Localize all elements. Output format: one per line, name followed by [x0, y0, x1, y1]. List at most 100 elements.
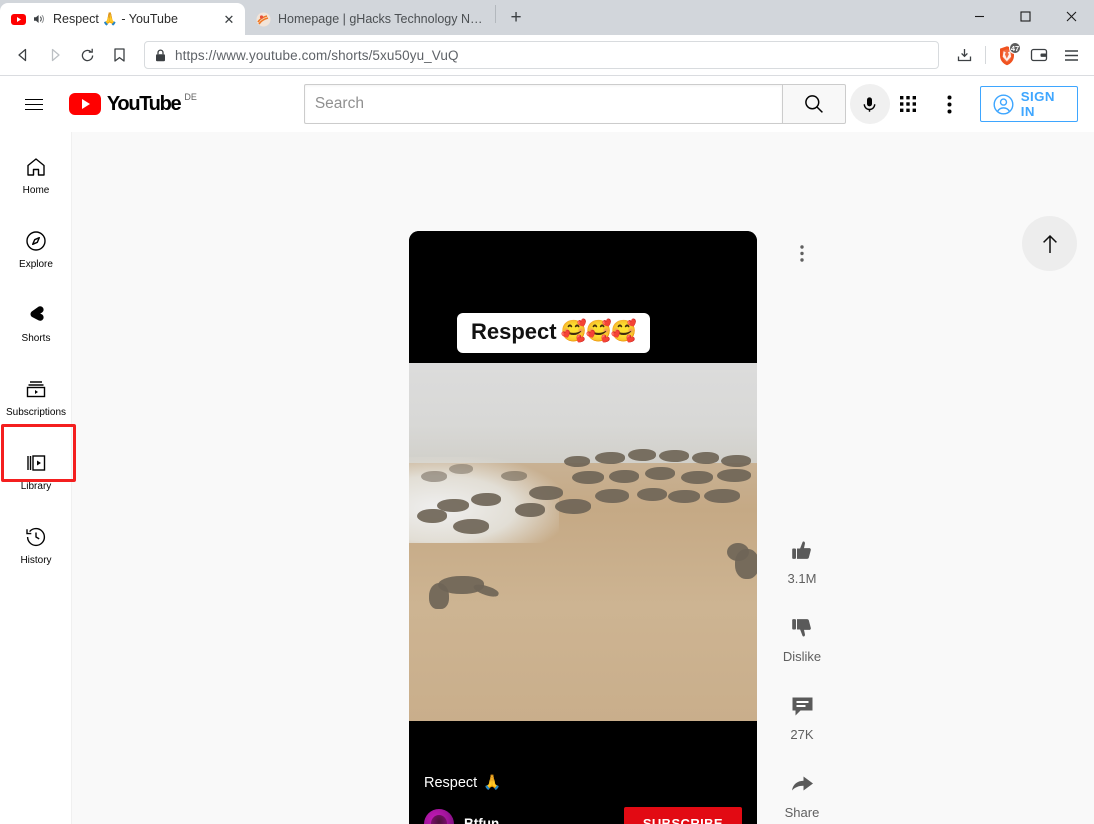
shorts-stage: Respect 🥰🥰🥰 Respect 🙏 Btfun SUBSCRIBE 3.… [72, 132, 1094, 824]
youtube-masthead: YouTube DE Search SIGN IN [0, 76, 1094, 132]
guide-hamburger-icon[interactable] [16, 84, 53, 124]
home-icon [24, 155, 48, 179]
three-dots-vertical-icon[interactable] [932, 84, 968, 124]
bookmark-icon[interactable] [104, 40, 134, 70]
search-area: Search [303, 84, 890, 124]
maximize-button[interactable] [1002, 0, 1048, 33]
browser-titlebar: Respect 🙏 - YouTube ✕ Homepage | gHacks … [0, 0, 1094, 35]
like-button[interactable]: 3.1M [772, 537, 832, 586]
toolbar-separator [985, 46, 986, 64]
caption-text: Respect [471, 319, 557, 344]
hamburger-menu-icon[interactable] [1056, 40, 1086, 70]
thumbs-down-icon [789, 615, 816, 642]
sidebar-item-label: Shorts [21, 332, 51, 344]
arrow-up-icon [1039, 232, 1061, 256]
youtube-country-code: DE [184, 92, 197, 102]
like-count: 3.1M [787, 571, 817, 586]
forward-arrow-icon [40, 40, 70, 70]
back-arrow-icon[interactable] [8, 40, 38, 70]
sidebar-item-shorts[interactable]: Shorts [0, 286, 72, 360]
comment-icon [789, 693, 816, 720]
shorts-more-menu[interactable] [772, 231, 832, 275]
youtube-logo-text: YouTube [106, 93, 182, 115]
subscribe-button[interactable]: SUBSCRIBE [623, 807, 742, 824]
tab-youtube[interactable]: Respect 🙏 - YouTube ✕ [0, 3, 245, 35]
video-title-emoji: 🙏 [483, 775, 502, 791]
sidebar-item-label: History [20, 554, 52, 566]
minimize-button[interactable] [956, 0, 1002, 33]
shorts-player[interactable]: Respect 🥰🥰🥰 Respect 🙏 Btfun SUBSCRIBE [409, 231, 757, 824]
youtube-page: YouTube DE Search SIGN IN Home Explore S… [0, 76, 1094, 824]
thumbs-up-icon [789, 537, 816, 564]
share-arrow-icon [789, 771, 816, 798]
video-title: Respect 🙏 [424, 774, 742, 792]
address-bar[interactable]: https://www.youtube.com/shorts/5xu50yu_V… [144, 41, 939, 69]
tab-title: Respect 🙏 - YouTube [53, 11, 178, 26]
voice-search-button[interactable] [849, 84, 890, 124]
browser-window: Respect 🙏 - YouTube ✕ Homepage | gHacks … [0, 0, 1094, 824]
history-clock-icon [24, 525, 48, 549]
sidebar-item-label: Library [20, 480, 52, 492]
wallet-icon[interactable] [1024, 40, 1054, 70]
three-dots-vertical-icon [800, 244, 804, 262]
url-text: https://www.youtube.com/shorts/5xu50yu_V… [175, 47, 459, 63]
microphone-icon [860, 95, 879, 114]
sign-in-button[interactable]: SIGN IN [979, 86, 1078, 122]
tab-strip: Respect 🙏 - YouTube ✕ Homepage | gHacks … [0, 0, 956, 35]
reload-icon[interactable] [72, 40, 102, 70]
sidebar-item-home[interactable]: Home [0, 138, 72, 212]
shorts-metadata: Respect 🙏 Btfun SUBSCRIBE [424, 774, 742, 824]
previous-short-button[interactable] [1022, 216, 1077, 271]
search-button[interactable] [781, 84, 846, 124]
close-icon[interactable]: ✕ [221, 11, 237, 27]
browser-toolbar: https://www.youtube.com/shorts/5xu50yu_V… [0, 35, 1094, 76]
magnifier-icon [803, 93, 825, 115]
speaker-playing-icon[interactable] [33, 13, 46, 25]
sign-in-label: SIGN IN [1020, 89, 1055, 119]
sidebar-item-history[interactable]: History [0, 508, 72, 582]
channel-name[interactable]: Btfun [464, 816, 499, 824]
dislike-label: Dislike [782, 649, 822, 664]
sidebar-item-label: Explore [19, 258, 53, 270]
masthead-buttons: SIGN IN [890, 84, 1078, 124]
sidebar-item-label: Home [22, 184, 50, 196]
youtube-favicon [10, 11, 26, 27]
comment-count: 27K [790, 727, 814, 742]
video-caption-overlay: Respect 🥰🥰🥰 [457, 313, 651, 353]
library-icon [24, 451, 48, 475]
ghacks-favicon [255, 11, 271, 27]
caption-emoji: 🥰🥰🥰 [560, 320, 637, 343]
subscriptions-icon [24, 377, 48, 401]
sidebar-item-label: Subscriptions [5, 406, 67, 418]
comments-button[interactable]: 27K [772, 693, 832, 742]
apps-grid-icon[interactable] [890, 84, 926, 124]
tab-separator [495, 5, 496, 23]
share-button[interactable]: Share [772, 771, 832, 820]
avatar[interactable] [424, 808, 454, 824]
brave-shields-icon[interactable]: 47 [992, 40, 1022, 70]
new-tab-button[interactable]: + [502, 4, 530, 32]
window-controls [956, 0, 1094, 35]
sidebar-item-library[interactable]: Library [0, 434, 72, 508]
compass-icon [24, 229, 48, 253]
search-placeholder: Search [314, 95, 364, 112]
shorts-icon [24, 303, 48, 327]
downloads-icon[interactable] [949, 40, 979, 70]
video-title-text: Respect [424, 774, 478, 791]
sidebar-item-subscriptions[interactable]: Subscriptions [0, 360, 72, 434]
shorts-action-rail: 3.1M Dislike 27K Share [772, 231, 832, 820]
tab-title: Homepage | gHacks Technology News [278, 12, 487, 26]
account-circle-icon [993, 93, 1014, 115]
youtube-play-icon [68, 93, 101, 115]
sidebar-item-explore[interactable]: Explore [0, 212, 72, 286]
search-input[interactable]: Search [303, 84, 782, 124]
shields-count-badge: 47 [1009, 42, 1021, 54]
channel-row: Btfun SUBSCRIBE [424, 807, 742, 824]
share-label: Share [784, 805, 820, 820]
youtube-sidebar: Home Explore Shorts Subscriptions Librar… [0, 132, 76, 824]
dislike-button[interactable]: Dislike [772, 615, 832, 664]
padlock-icon [155, 48, 166, 62]
tab-ghacks[interactable]: Homepage | gHacks Technology News [245, 3, 495, 35]
close-button[interactable] [1048, 0, 1094, 33]
youtube-logo[interactable]: YouTube DE [68, 92, 197, 116]
